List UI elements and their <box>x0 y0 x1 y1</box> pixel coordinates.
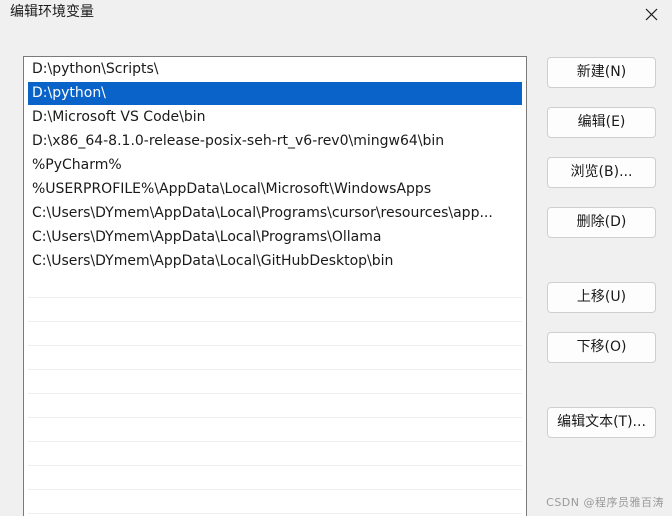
empty-row-divider <box>28 513 522 514</box>
edit-button[interactable]: 编辑(E) <box>547 107 656 138</box>
empty-row-divider <box>28 441 522 442</box>
list-item[interactable]: C:\Users\DYmem\AppData\Local\Programs\cu… <box>28 202 522 225</box>
list-item[interactable]: %USERPROFILE%\AppData\Local\Microsoft\Wi… <box>28 178 522 201</box>
empty-row-divider <box>28 393 522 394</box>
title-bar: 编辑环境变量 <box>0 0 672 28</box>
empty-row-divider <box>28 321 522 322</box>
edit-env-variable-dialog: 编辑环境变量 D:\python\Scripts\ D:\python\ D:\Mi… <box>0 0 672 516</box>
list-item[interactable]: D:\Microsoft VS Code\bin <box>28 106 522 129</box>
watermark: CSDN @程序员雅百涛 <box>546 496 664 509</box>
list-item[interactable]: C:\Users\DYmem\AppData\Local\GitHubDeskt… <box>28 250 522 273</box>
move-up-button[interactable]: 上移(U) <box>547 282 656 313</box>
list-item[interactable]: %PyCharm% <box>28 154 522 177</box>
list-item[interactable]: C:\Users\DYmem\AppData\Local\Programs\Ol… <box>28 226 522 249</box>
list-item[interactable]: D:\python\ <box>28 82 522 105</box>
new-button[interactable]: 新建(N) <box>547 57 656 88</box>
delete-button[interactable]: 删除(D) <box>547 207 656 238</box>
list-item[interactable]: D:\x86_64-8.1.0-release-posix-seh-rt_v6-… <box>28 130 522 153</box>
close-icon <box>645 8 658 21</box>
empty-row-divider <box>28 345 522 346</box>
empty-row-divider <box>28 417 522 418</box>
path-list[interactable]: D:\python\Scripts\ D:\python\ D:\Microsoft… <box>23 56 527 516</box>
empty-row-divider <box>28 297 522 298</box>
edit-text-button[interactable]: 编辑文本(T)... <box>547 407 656 438</box>
empty-row-divider <box>28 465 522 466</box>
empty-row-divider <box>28 489 522 490</box>
browse-button[interactable]: 浏览(B)... <box>547 157 656 188</box>
close-button[interactable] <box>640 4 662 26</box>
empty-row-divider <box>28 369 522 370</box>
list-item[interactable]: D:\python\Scripts\ <box>28 58 522 81</box>
dialog-title: 编辑环境变量 <box>10 4 94 20</box>
move-down-button[interactable]: 下移(O) <box>547 332 656 363</box>
